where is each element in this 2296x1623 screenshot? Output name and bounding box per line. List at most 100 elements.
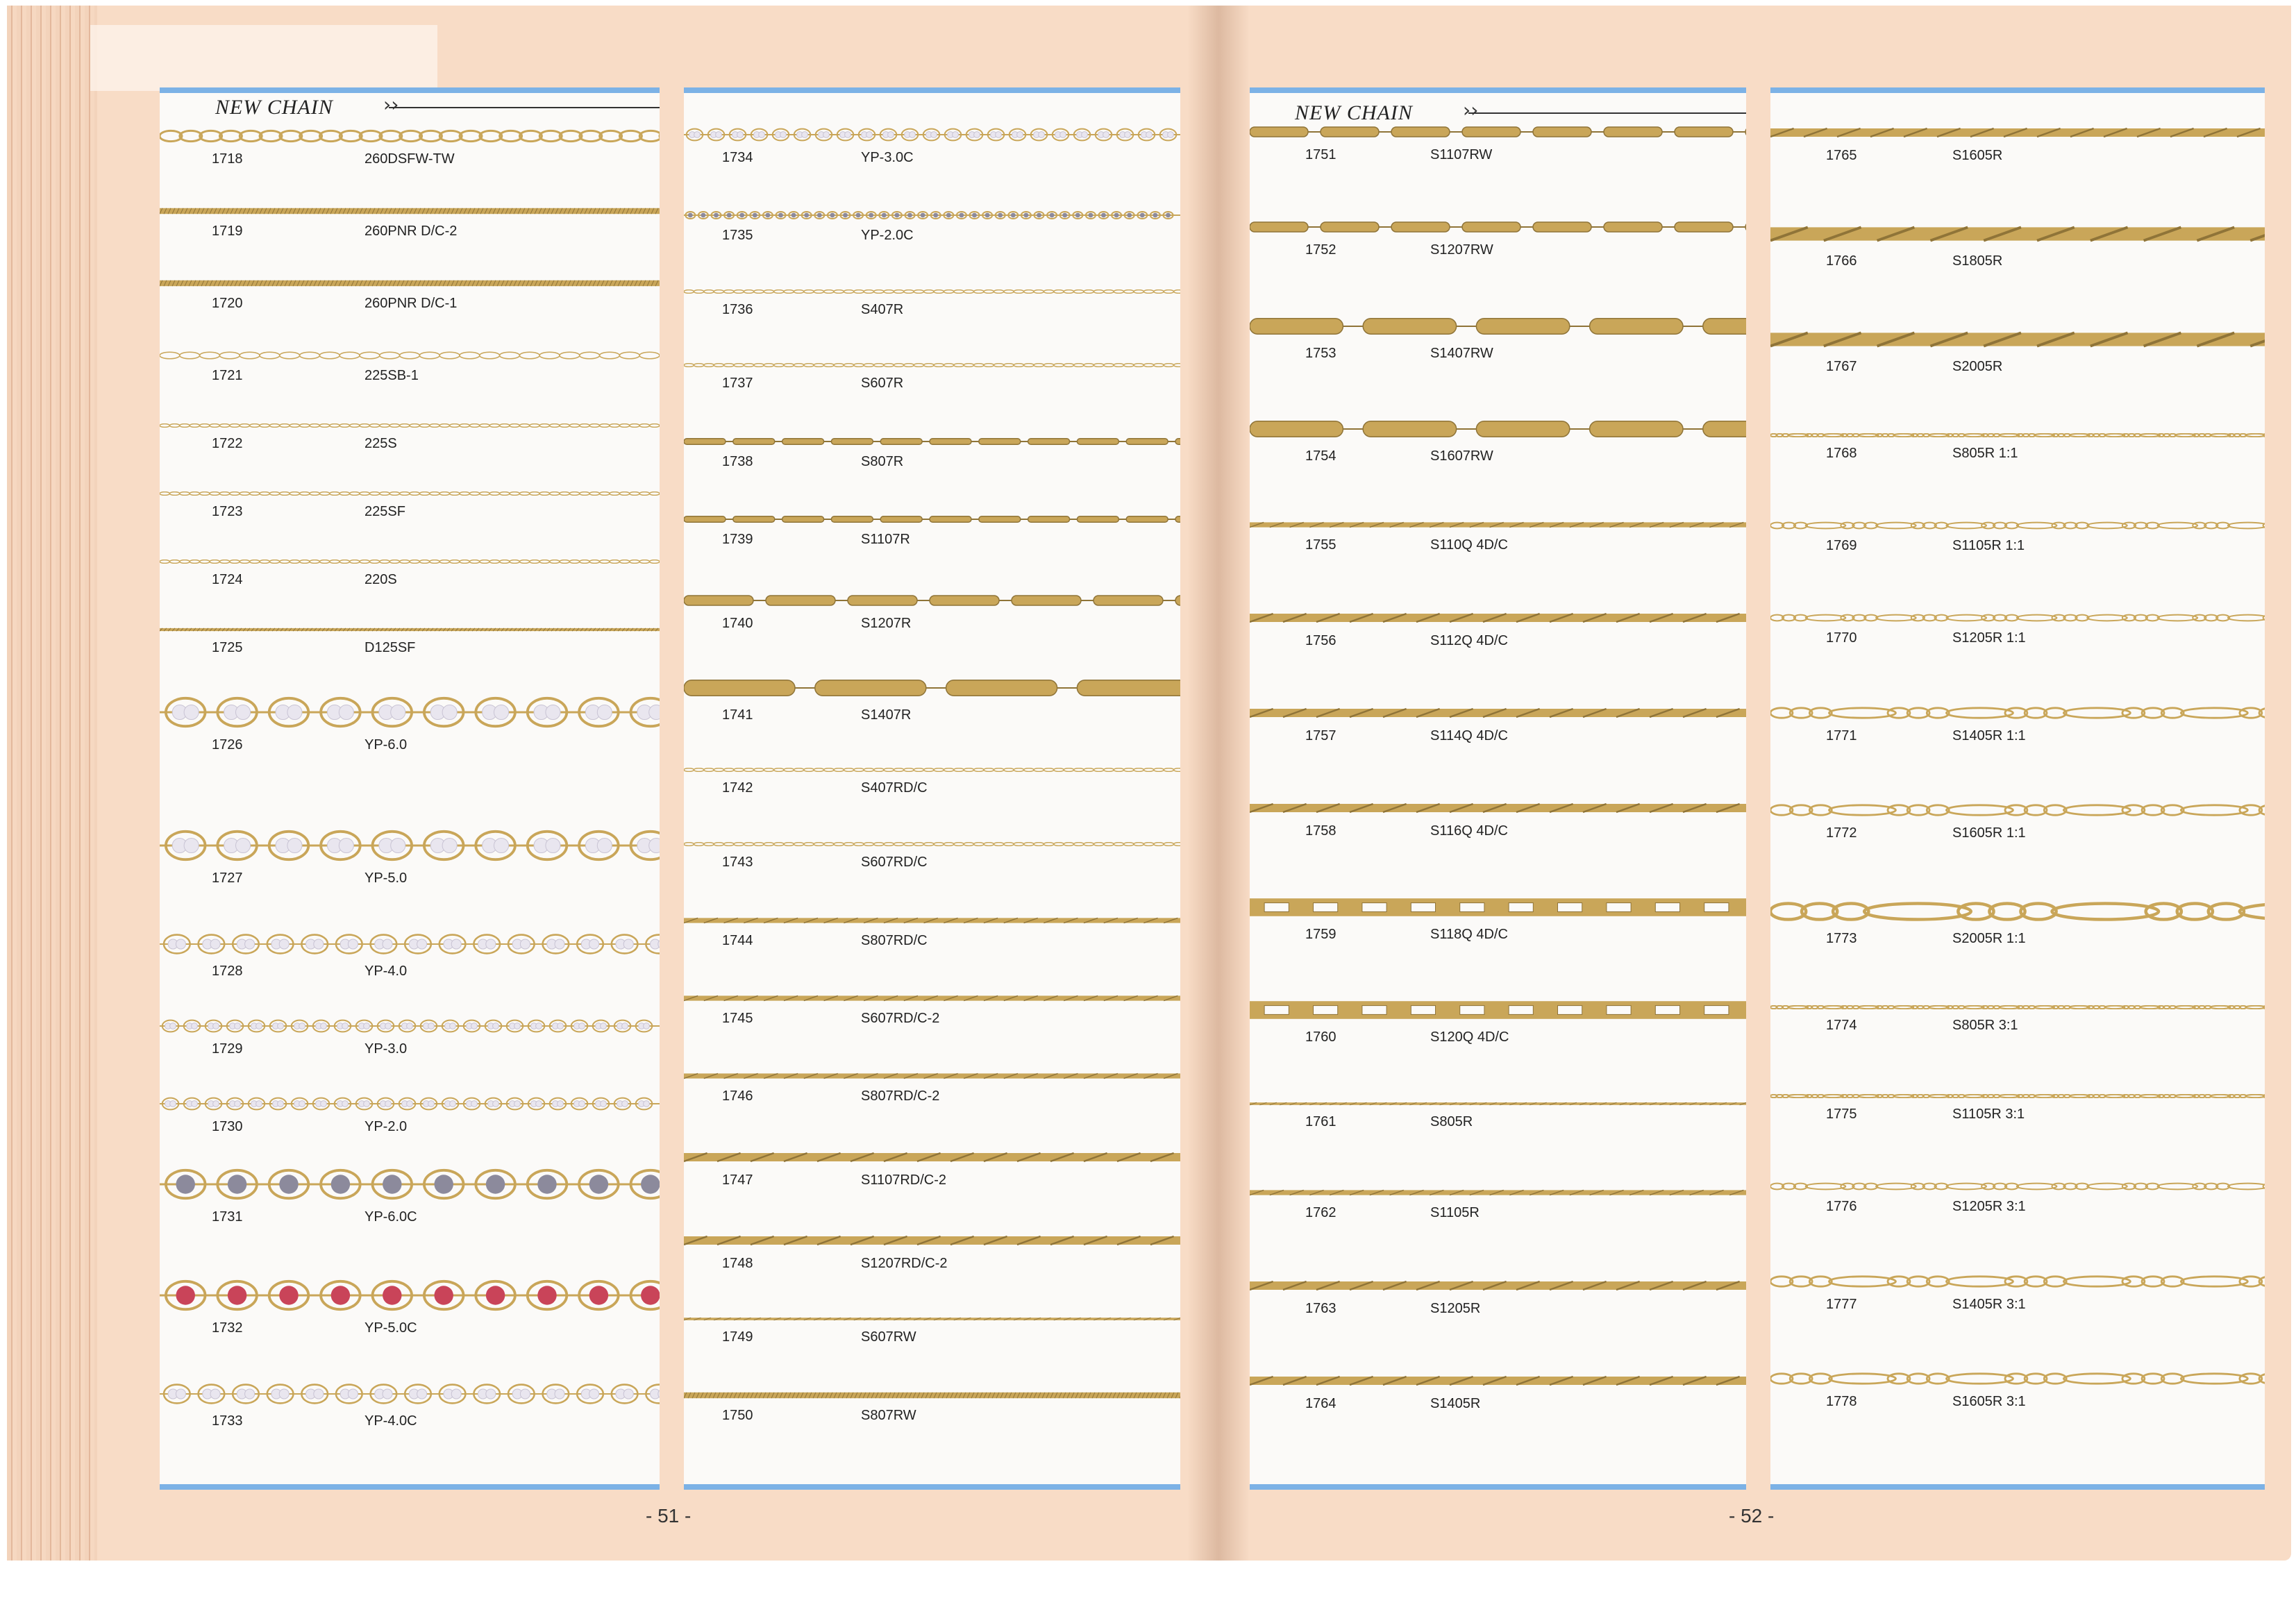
chain-item: 1739 S1107R (684, 515, 1180, 551)
chain-graphic (1250, 613, 1746, 623)
chain-image (1250, 1188, 1746, 1197)
chain-image (684, 1234, 1180, 1247)
item-code: 1768 (1826, 445, 1857, 461)
chain-graphic (1770, 331, 2265, 348)
chain-image (1250, 801, 1746, 815)
chain-graphic (684, 679, 1180, 696)
item-name: S607RD/C (861, 855, 928, 871)
item-code: 1735 (722, 228, 753, 244)
item-name: S1605R 1:1 (1952, 825, 2026, 841)
chain-graphic (1250, 708, 1746, 718)
item-code: 1724 (212, 572, 243, 587)
chain-image (160, 279, 660, 287)
chain-graphic (684, 1392, 1180, 1399)
item-name: YP-5.0 (364, 871, 408, 886)
chain-item: 1755 S110Q 4D/C (1250, 521, 1746, 557)
item-name: S1207RW (1430, 242, 1493, 258)
item-name: S1405R (1430, 1395, 1481, 1411)
item-code: 1777 (1826, 1296, 1857, 1312)
item-code: 1730 (212, 1119, 243, 1134)
chain-item: 1721 225SB-1 (160, 351, 660, 387)
chain-image (684, 916, 1180, 925)
chain-image (1770, 614, 2265, 622)
chain-item: 1726 YP-6.0 (160, 696, 660, 757)
chain-graphic (1770, 128, 2265, 138)
item-code: 1752 (1305, 242, 1336, 258)
chain-image (1770, 521, 2265, 530)
item-name: S805R 3:1 (1952, 1018, 2018, 1034)
chain-image (1770, 1005, 2265, 1010)
item-code: 1731 (212, 1209, 243, 1225)
catalog-column-1: 1718 260DSFW-TW 1719 260PNR D/C-2 1720 260PNR… (160, 87, 660, 1490)
item-code: 1778 (1826, 1393, 1857, 1409)
chain-graphic (1770, 1372, 2265, 1385)
item-code: 1718 (212, 151, 243, 167)
chain-graphic (684, 211, 1180, 220)
chain-image (684, 1317, 1180, 1321)
item-name: S1405R 1:1 (1952, 728, 2026, 743)
chain-graphic (1770, 226, 2265, 242)
page-number-right: - 52 - (1729, 1505, 1775, 1527)
chain-item: 1747 S1107RD/C-2 (684, 1150, 1180, 1192)
chain-graphic (684, 917, 1180, 923)
chain-graphic (1770, 614, 2265, 622)
chain-item: 1761 S805R (1250, 1102, 1746, 1134)
item-name: S1407R (861, 707, 912, 723)
item-name: YP-2.0 (364, 1119, 408, 1134)
chain-graphic (160, 351, 660, 360)
item-name: S2005R 1:1 (1952, 931, 2026, 947)
chain-image (1250, 999, 1746, 1021)
chain-graphic (1770, 1182, 2265, 1191)
item-name: S1107RW (1430, 147, 1493, 163)
chain-image (160, 560, 660, 564)
item-code: 1764 (1305, 1395, 1336, 1411)
chain-image (684, 842, 1180, 847)
chain-item: 1757 S114Q 4D/C (1250, 706, 1746, 748)
chain-image (1770, 803, 2265, 817)
chain-item: 1771 S1405R 1:1 (1770, 706, 2265, 748)
item-name: S407RD/C (861, 780, 928, 796)
item-code: 1758 (1305, 823, 1336, 839)
chain-image (1250, 1102, 1746, 1106)
item-name: 220S (364, 572, 397, 587)
chain-image (1770, 1275, 2265, 1288)
chain-image (684, 677, 1180, 699)
chain-image (1250, 418, 1746, 440)
chain-image (1250, 125, 1746, 139)
item-name: D125SF (364, 640, 416, 655)
item-name: S607R (861, 376, 904, 392)
chain-item: 1764 S1405R (1250, 1374, 1746, 1415)
item-code: 1719 (212, 224, 243, 239)
chain-image (684, 289, 1180, 294)
item-name: S1607RW (1430, 448, 1493, 464)
chain-image (1770, 223, 2265, 245)
chain-item: 1732 YP-5.0C (160, 1279, 660, 1340)
chain-graphic (160, 934, 660, 955)
chain-item: 1743 S607RD/C (684, 842, 1180, 874)
item-code: 1756 (1305, 633, 1336, 649)
item-code: 1738 (722, 453, 753, 469)
chain-item: 1730 YP-2.0 (160, 1097, 660, 1138)
item-name: 225SF (364, 504, 405, 519)
chain-graphic (160, 491, 660, 496)
chain-graphic (1250, 318, 1746, 335)
item-code: 1749 (722, 1329, 753, 1345)
chain-item: 1752 S1207RW (1250, 220, 1746, 262)
item-name: S120Q 4D/C (1430, 1029, 1509, 1045)
chain-graphic (1250, 898, 1746, 917)
chain-item: 1744 S807RD/C (684, 916, 1180, 952)
item-code: 1722 (212, 436, 243, 451)
chain-image (160, 628, 660, 632)
section-heading-left: NEW CHAIN (215, 96, 333, 119)
chain-graphic (1250, 521, 1746, 528)
item-code: 1743 (722, 855, 753, 871)
item-name: S1405R 3:1 (1952, 1296, 2026, 1312)
chain-graphic (1770, 902, 2265, 921)
item-name: YP-6.0C (364, 1209, 417, 1225)
chain-graphic (684, 363, 1180, 368)
item-code: 1729 (212, 1041, 243, 1057)
item-code: 1728 (212, 964, 243, 979)
chain-graphic (684, 594, 1180, 606)
item-code: 1723 (212, 504, 243, 519)
item-name: YP-4.0 (364, 964, 408, 979)
